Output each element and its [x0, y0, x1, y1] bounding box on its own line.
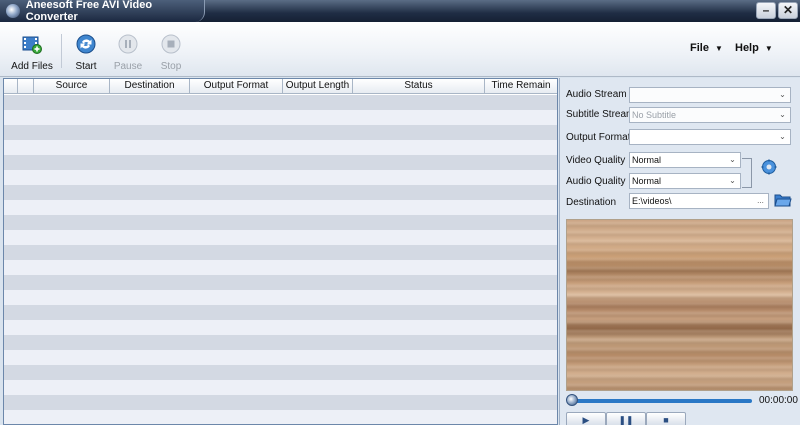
- table-row: [4, 395, 557, 410]
- add-files-button[interactable]: Add Files: [10, 34, 54, 72]
- column-header-select[interactable]: [4, 79, 18, 93]
- help-menu[interactable]: Help ▼: [735, 42, 773, 54]
- destination-value: E:\videos\: [632, 196, 672, 206]
- subtitle-stream-select[interactable]: No Subtitle ⌄: [629, 107, 791, 123]
- file-list-table[interactable]: Source Destination Output Format Output …: [3, 78, 558, 425]
- audio-quality-label: Audio Quality: [566, 176, 626, 187]
- seek-bar[interactable]: [570, 399, 752, 403]
- column-header-output-format[interactable]: Output Format: [190, 79, 283, 93]
- file-menu[interactable]: File ▼: [690, 42, 723, 54]
- table-row: [4, 200, 557, 215]
- title-bar: Aneesoft Free AVI Video Converter – ✕: [0, 0, 800, 23]
- chevron-down-icon: ▼: [764, 44, 773, 53]
- table-row: [4, 185, 557, 200]
- audio-quality-value: Normal: [632, 176, 662, 186]
- table-row: [4, 410, 557, 424]
- table-row: [4, 380, 557, 395]
- play-icon: ▶: [582, 415, 590, 425]
- toolbar: Add Files Start Pause Stop File ▼ Help ▼: [0, 22, 800, 77]
- audio-stream-label: Audio Stream: [566, 89, 627, 100]
- table-row: [4, 125, 557, 140]
- table-header: Source Destination Output Format Output …: [4, 79, 557, 94]
- audio-quality-select[interactable]: Normal ⌄: [629, 173, 741, 189]
- title-tab: Aneesoft Free AVI Video Converter: [0, 0, 205, 23]
- minimize-button[interactable]: –: [756, 2, 776, 19]
- toolbar-separator: [61, 34, 62, 68]
- output-format-label: Output Format: [566, 132, 631, 143]
- seek-handle[interactable]: [566, 394, 578, 406]
- stop-icon: ■: [663, 415, 669, 425]
- play-button[interactable]: ▶: [566, 412, 606, 425]
- start-button[interactable]: Start: [64, 34, 108, 72]
- settings-panel: Audio Stream ⌄ Subtitle Stream No Subtit…: [559, 78, 800, 425]
- pause-label: Pause: [113, 61, 143, 72]
- table-row: [4, 140, 557, 155]
- pause-playback-button[interactable]: ❚❚: [606, 412, 646, 425]
- table-row: [4, 305, 557, 320]
- start-label: Start: [75, 61, 97, 72]
- chevron-down-icon: ⌄: [779, 132, 786, 141]
- video-quality-select[interactable]: Normal ⌄: [629, 152, 741, 168]
- video-quality-label: Video Quality: [566, 155, 626, 166]
- add-film-icon: [22, 36, 42, 54]
- column-header-destination[interactable]: Destination: [110, 79, 190, 93]
- pause-button[interactable]: Pause: [106, 34, 150, 72]
- quality-bracket: [742, 158, 752, 188]
- chevron-down-icon: ⌄: [729, 176, 736, 185]
- file-menu-label: File: [690, 42, 709, 54]
- open-folder-icon[interactable]: [774, 193, 792, 207]
- table-row: [4, 350, 557, 365]
- chevron-down-icon: ▼: [714, 44, 723, 53]
- stop-button[interactable]: Stop: [149, 34, 193, 72]
- column-header-source[interactable]: Source: [34, 79, 110, 93]
- table-row: [4, 245, 557, 260]
- subtitle-stream-value: No Subtitle: [632, 110, 677, 120]
- browse-dots[interactable]: ...: [753, 194, 768, 208]
- chevron-down-icon: ⌄: [779, 90, 786, 99]
- destination-field[interactable]: E:\videos\ ...: [629, 193, 769, 209]
- output-format-select[interactable]: ⌄: [629, 129, 791, 145]
- table-row: [4, 110, 557, 125]
- table-row: [4, 335, 557, 350]
- column-header-index[interactable]: [18, 79, 34, 93]
- window-title: Aneesoft Free AVI Video Converter: [25, 0, 153, 23]
- close-button[interactable]: ✕: [778, 2, 798, 19]
- audio-stream-select[interactable]: ⌄: [629, 87, 791, 103]
- table-row: [4, 170, 557, 185]
- help-menu-label: Help: [735, 42, 759, 54]
- table-row: [4, 230, 557, 245]
- start-icon: [76, 34, 96, 54]
- settings-gear-icon[interactable]: [761, 159, 777, 175]
- table-row: [4, 155, 557, 170]
- app-film-icon: [6, 4, 20, 18]
- pause-icon: [118, 34, 138, 54]
- stop-label: Stop: [160, 61, 182, 72]
- table-row: [4, 290, 557, 305]
- table-body: [4, 95, 557, 424]
- window-controls: – ✕: [756, 2, 798, 19]
- table-row: [4, 260, 557, 275]
- pause-icon: ❚❚: [618, 415, 634, 425]
- chevron-down-icon: ⌄: [729, 155, 736, 164]
- stop-icon: [161, 34, 181, 54]
- table-row: [4, 95, 557, 110]
- stop-playback-button[interactable]: ■: [646, 412, 686, 425]
- table-row: [4, 275, 557, 290]
- playback-time: 00:00:00: [759, 395, 798, 406]
- video-quality-value: Normal: [632, 155, 662, 165]
- video-preview: [566, 219, 793, 391]
- column-header-status[interactable]: Status: [353, 79, 485, 93]
- table-row: [4, 215, 557, 230]
- column-header-time-remain[interactable]: Time Remain: [485, 79, 557, 93]
- chevron-down-icon: ⌄: [779, 110, 786, 119]
- table-row: [4, 365, 557, 380]
- add-files-label: Add Files: [11, 61, 53, 72]
- column-header-output-length[interactable]: Output Length: [283, 79, 353, 93]
- destination-label: Destination: [566, 197, 617, 208]
- table-row: [4, 320, 557, 335]
- subtitle-stream-label: Subtitle Stream: [566, 109, 635, 120]
